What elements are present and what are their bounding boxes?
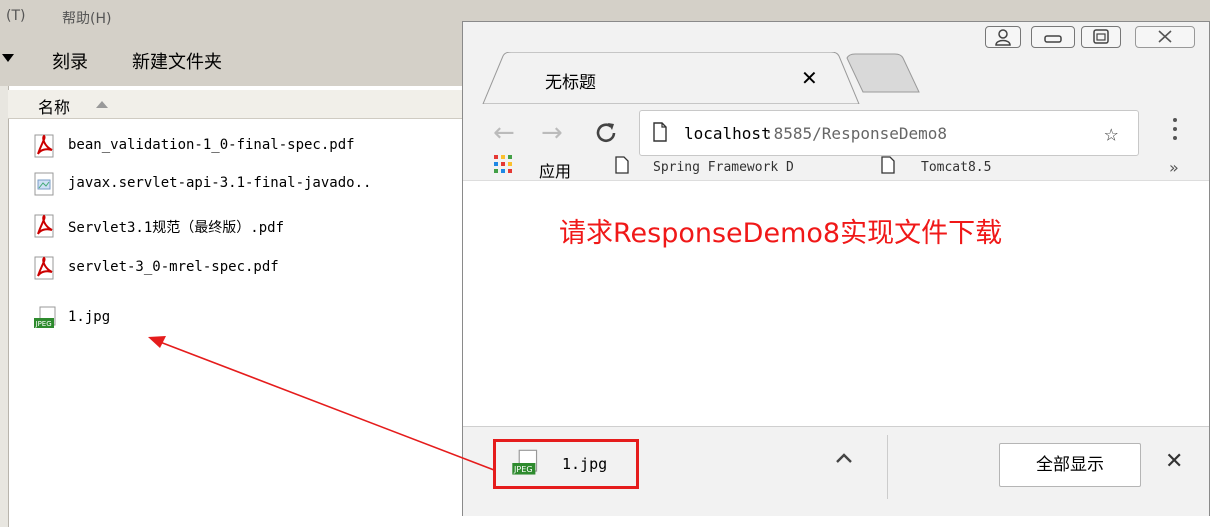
bookmarks-overflow-icon[interactable]: » xyxy=(1169,158,1179,177)
pdf-icon xyxy=(34,256,54,280)
new-folder-button[interactable]: 新建文件夹 xyxy=(132,48,222,74)
sort-ascending-icon xyxy=(96,101,108,108)
bookmark-tomcat[interactable]: Tomcat8.5 xyxy=(921,160,991,175)
maximize-icon xyxy=(1093,29,1109,44)
browser-window: 无标题 ✕ ← → localhost :8585/ResponseDemo8 … xyxy=(462,21,1210,516)
address-bar[interactable]: localhost :8585/ResponseDemo8 ☆ xyxy=(639,110,1139,156)
jpeg-icon: JPEG xyxy=(512,449,538,475)
file-name: bean_validation-1_0-final-spec.pdf xyxy=(68,137,355,153)
browser-titlebar: 无标题 ✕ xyxy=(463,22,1209,104)
bookmark-spring[interactable]: Spring Framework D xyxy=(653,160,794,175)
file-name: Servlet3.1规范（最终版）.pdf xyxy=(68,220,285,236)
back-arrow-icon[interactable]: ← xyxy=(493,118,515,148)
column-header-name[interactable]: 名称 xyxy=(8,90,468,119)
page-icon xyxy=(615,156,629,174)
tab-active[interactable]: 无标题 ✕ xyxy=(483,56,853,104)
page-icon xyxy=(653,122,667,142)
image-file-icon xyxy=(34,172,54,196)
bookmark-star-icon[interactable]: ☆ xyxy=(1104,119,1118,147)
file-name: 1.jpg xyxy=(68,309,111,325)
file-name: servlet-3_0-mrel-spec.pdf xyxy=(68,259,279,275)
new-tab-button[interactable] xyxy=(847,54,919,94)
page-content: 请求ResponseDemo8实现文件下载 xyxy=(463,180,1209,427)
pdf-icon xyxy=(34,134,54,158)
burn-button[interactable]: 刻录 xyxy=(52,48,88,74)
jpeg-icon: JPEG xyxy=(34,306,56,328)
url-path: :8585/ResponseDemo8 xyxy=(764,124,948,143)
minimize-button[interactable] xyxy=(1031,26,1075,48)
page-icon xyxy=(881,156,895,174)
menu-help[interactable]: 帮助(H) xyxy=(62,8,111,28)
file-name: javax.servlet-api-3.1-final-javado.. xyxy=(68,175,372,191)
pdf-icon xyxy=(34,214,54,238)
close-window-button[interactable] xyxy=(1135,26,1195,48)
download-file-name: 1.jpg xyxy=(562,455,608,473)
forward-arrow-icon[interactable]: → xyxy=(541,118,563,148)
page-heading: 请求ResponseDemo8实现文件下载 xyxy=(559,218,1003,249)
close-shelf-icon[interactable]: ✕ xyxy=(1165,449,1183,474)
chevron-down-icon[interactable] xyxy=(2,54,14,62)
reload-icon[interactable] xyxy=(593,120,619,146)
column-header-label: 名称 xyxy=(38,98,71,117)
bookmark-apps[interactable]: 应用 xyxy=(539,158,571,182)
menu-kebab-icon[interactable] xyxy=(1173,118,1177,145)
tab-title: 无标题 xyxy=(545,73,596,93)
chevron-up-icon[interactable] xyxy=(835,451,853,465)
close-icon xyxy=(1158,30,1172,43)
person-icon xyxy=(995,29,1011,46)
profile-button[interactable] xyxy=(985,26,1021,48)
browser-toolbar: ← → localhost :8585/ResponseDemo8 ☆ 应用 S… xyxy=(463,104,1209,182)
apps-grid-icon[interactable] xyxy=(493,154,513,174)
minimize-icon xyxy=(1044,35,1062,43)
url-host: localhost xyxy=(684,124,771,143)
download-item[interactable]: JPEG 1.jpg xyxy=(493,439,639,489)
tab-close-icon[interactable]: ✕ xyxy=(801,66,818,90)
divider xyxy=(887,435,888,499)
navigation-pane-edge xyxy=(0,86,9,527)
svg-text:JPEG: JPEG xyxy=(513,465,533,474)
show-all-button[interactable]: 全部显示 xyxy=(999,443,1141,487)
maximize-button[interactable] xyxy=(1081,26,1121,48)
download-shelf: JPEG 1.jpg 全部显示 ✕ xyxy=(463,426,1209,516)
svg-text:JPEG: JPEG xyxy=(35,320,52,328)
menu-tools[interactable]: (T) xyxy=(6,8,25,24)
